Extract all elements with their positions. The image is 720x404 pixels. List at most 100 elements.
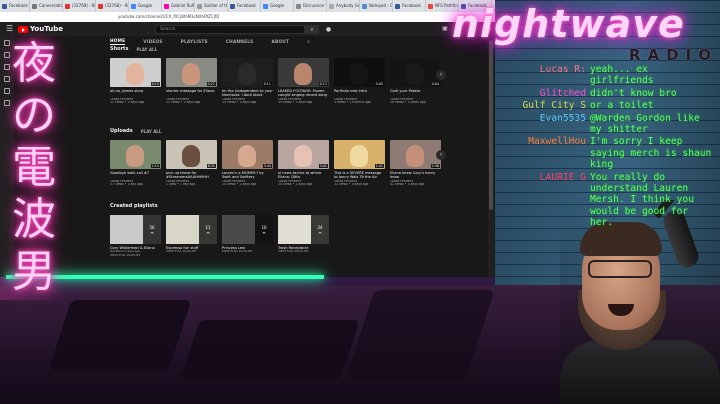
view-full-playlist-link[interactable]: VIEW FULL PLAYLIST (222, 250, 273, 254)
thumbnail-subject (182, 63, 200, 85)
next-arrow-icon[interactable]: › (436, 150, 446, 160)
view-full-playlist-link[interactable]: VIEW FULL PLAYLIST (278, 250, 329, 254)
url-text[interactable]: youtube.com/channel/UCX_f0CjWhM3cNXhPtZC… (118, 13, 318, 21)
video-card[interactable]: 0:11 Im the Godspendent to your Narcissis… (222, 58, 273, 105)
video-duration: 3:01 (318, 164, 328, 168)
browser-tab[interactable]: Google (129, 0, 162, 12)
video-card[interactable]: 0:15 ok-no, James slurp Cozbz Pendent 12 vi… (110, 58, 161, 105)
play-all-button[interactable]: PLAY ALL (141, 129, 162, 134)
search-icon[interactable]: ⌕ (305, 25, 319, 34)
tab-playlists[interactable]: PLAYLISTS (181, 40, 208, 45)
browser-tab[interactable]: Discussion Wiki ... (294, 0, 327, 12)
browser-tab[interactable]: Facebook (393, 0, 426, 12)
voice-search-icon[interactable]: ● (324, 25, 333, 34)
video-card[interactable]: 3:01 xl news tactics to whine Eliana. Dit… (278, 140, 329, 187)
video-thumbnail[interactable]: 3:01 (278, 140, 329, 169)
thumbnail-subject (350, 63, 368, 85)
browser-tab[interactable]: Soldier of the Vic (195, 0, 228, 12)
video-card[interactable]: 2:56 Eliana knew Cory's horny lmao Cozbz P… (390, 140, 441, 187)
youtube-logo-text[interactable]: YouTube (30, 25, 63, 34)
view-full-playlist-link[interactable]: VIEW FULL PLAYLIST (166, 250, 217, 254)
channel-search-icon[interactable]: ⌕ (307, 39, 310, 45)
browser-tab[interactable]: (32769) - BCT LLS Ep (63, 0, 96, 12)
kanji-character: 夜 (12, 38, 56, 89)
create-video-icon[interactable]: ▣ (441, 25, 449, 33)
playlist-thumbnail[interactable]: 24 ≡ (278, 215, 329, 244)
video-thumbnail[interactable]: 0:15 (110, 58, 161, 87)
video-title[interactable]: shorter message for Eliana (166, 89, 217, 98)
next-arrow-icon[interactable]: › (436, 70, 446, 80)
browser-tab-label: Anybody Gets Ins (336, 3, 360, 8)
browser-tab[interactable]: (32768) - BCT LLS Ep (96, 0, 129, 12)
video-title[interactable]: LEAKED FOOTAGE: Frozen caught singing re… (278, 89, 329, 98)
video-duration: 0:05 (374, 82, 384, 86)
video-card[interactable]: 1:41 This is a SEVERE message to Jonny Wo… (334, 140, 385, 187)
section-title-text: Created playlists (110, 203, 158, 209)
video-title[interactable]: xl news tactics to whine Eliana. Ditto (278, 171, 329, 180)
video-thumbnail[interactable]: 6:31 (166, 140, 217, 169)
video-card[interactable]: 0:04 Cork your Potato Cozbz Pendent 26 view… (390, 58, 441, 105)
video-thumbnail[interactable]: 3:44 (222, 140, 273, 169)
search-input[interactable]: Search (155, 25, 305, 34)
tab-channels[interactable]: CHANNELS (226, 40, 254, 45)
video-title[interactable]: Goodbye walk call #7 (110, 171, 161, 180)
section-title-text: Shorts (110, 46, 129, 52)
video-thumbnail[interactable]: 2:15 (110, 140, 161, 169)
browser-tab[interactable]: Conversation Netw (30, 0, 63, 12)
video-title[interactable]: Eliana knew Cory's horny lmao (390, 171, 441, 180)
playlists-section-title: Created playlists (110, 203, 158, 209)
playlist-thumbnail[interactable]: 56 ≡ (110, 215, 161, 244)
video-title[interactable]: pick up throw for #StreamersAAAHHHHH (166, 171, 217, 180)
playlists-row: 56 ≡ Cory Wilderman & Eliana Updated 4 days… (110, 215, 329, 258)
video-title[interactable]: ok-no, James slurp (110, 89, 161, 98)
video-thumbnail[interactable]: 1:41 (334, 140, 385, 169)
uploads-row: 2:15 Goodbye walk call #7 Cozbz Pendent 57 … (110, 140, 441, 187)
video-thumbnail[interactable]: 0:21 (166, 58, 217, 87)
video-title[interactable]: This is a SEVERE message to Jonny Wols T… (334, 171, 385, 180)
video-meta: 26 views • 3 years ago (390, 101, 426, 105)
youtube-logo-icon[interactable] (18, 26, 28, 33)
chat-username: LAURIE G (539, 171, 586, 183)
video-card[interactable]: 2:15 Goodbye walk call #7 Cozbz Pendent 57 … (110, 140, 161, 187)
streamer-glasses (588, 260, 652, 278)
playlist-thumbnail[interactable]: 11 ≡ (166, 215, 217, 244)
view-full-playlist-link[interactable]: VIEW FULL PLAYLIST (110, 254, 161, 258)
video-card[interactable]: 6:31 pick up throw for #StreamersAAAHHHHH… (166, 140, 217, 187)
playlist-thumbnail[interactable]: 10 ≡ (222, 215, 273, 244)
video-thumbnail[interactable]: 0:05 (334, 58, 385, 87)
video-meta: 41 views • 3 days ago (390, 183, 425, 187)
browser-tab[interactable]: Gabriel Rufian Go... (162, 0, 195, 12)
video-thumbnail[interactable]: 0:04 (390, 58, 441, 87)
browser-tab[interactable]: Anybody Gets Ins (327, 0, 360, 12)
video-card[interactable]: 3:44 Lauren's a MOMM!!! by Swift and Swif… (222, 140, 273, 187)
playlist-card[interactable]: 56 ≡ Cory Wilderman & Eliana Updated 4 days… (110, 215, 161, 258)
tab-home[interactable]: HOME (110, 39, 126, 45)
tab-videos[interactable]: VIDEOS (143, 40, 162, 45)
tab-favicon-icon (131, 3, 136, 9)
tab-about[interactable]: ABOUT (271, 40, 289, 45)
video-meta: 24 views • 2 days ago (278, 183, 313, 187)
video-thumbnail[interactable]: 0:13 (278, 58, 329, 87)
playlist-card[interactable]: 10 ≡ Princess Lexi VIEW FULL PLAYLIST (222, 215, 273, 258)
playlist-card[interactable]: 24 ≡ Trash Receptacle VIEW FULL PLAYLIST (278, 215, 329, 258)
play-all-button[interactable]: PLAY ALL (136, 47, 157, 52)
video-card[interactable]: 0:05 Portfolio new intro Cozbz Pendent 3 vi… (334, 58, 385, 105)
video-meta: 12 views • 2 days ago (110, 101, 145, 105)
video-card[interactable]: 0:21 shorter message for Eliana Cozbz Pend… (166, 58, 217, 105)
browser-tab[interactable]: Facebook (228, 0, 261, 12)
browser-tab[interactable]: Facebook (0, 0, 30, 12)
hamburger-menu-icon[interactable]: ☰ (6, 25, 14, 33)
video-title[interactable]: Portfolio new intro (334, 89, 385, 98)
video-title[interactable]: Lauren's a MOMM!!! by Swift and Swiftery (222, 171, 273, 180)
browser-tab[interactable]: Google (261, 0, 294, 12)
scrollbar-thumb[interactable] (489, 40, 493, 210)
playlist-card[interactable]: 11 ≡ Expresso fun stuff VIEW FULL PLAYLIST (166, 215, 217, 258)
video-title[interactable]: Im the Godspendent to your Narcissist. I… (222, 89, 273, 98)
browser-tab[interactable]: Notepad - Chaton (360, 0, 393, 12)
video-title[interactable]: Cork your Potato (390, 89, 441, 98)
video-thumbnail[interactable]: 2:56 (390, 140, 441, 169)
video-thumbnail[interactable]: 0:11 (222, 58, 273, 87)
browser-tab-label: Discussion Wiki ... (303, 3, 326, 8)
video-card[interactable]: 0:13 LEAKED FOOTAGE: Frozen caught singin… (278, 58, 329, 105)
thumbnail-subject (126, 145, 144, 167)
